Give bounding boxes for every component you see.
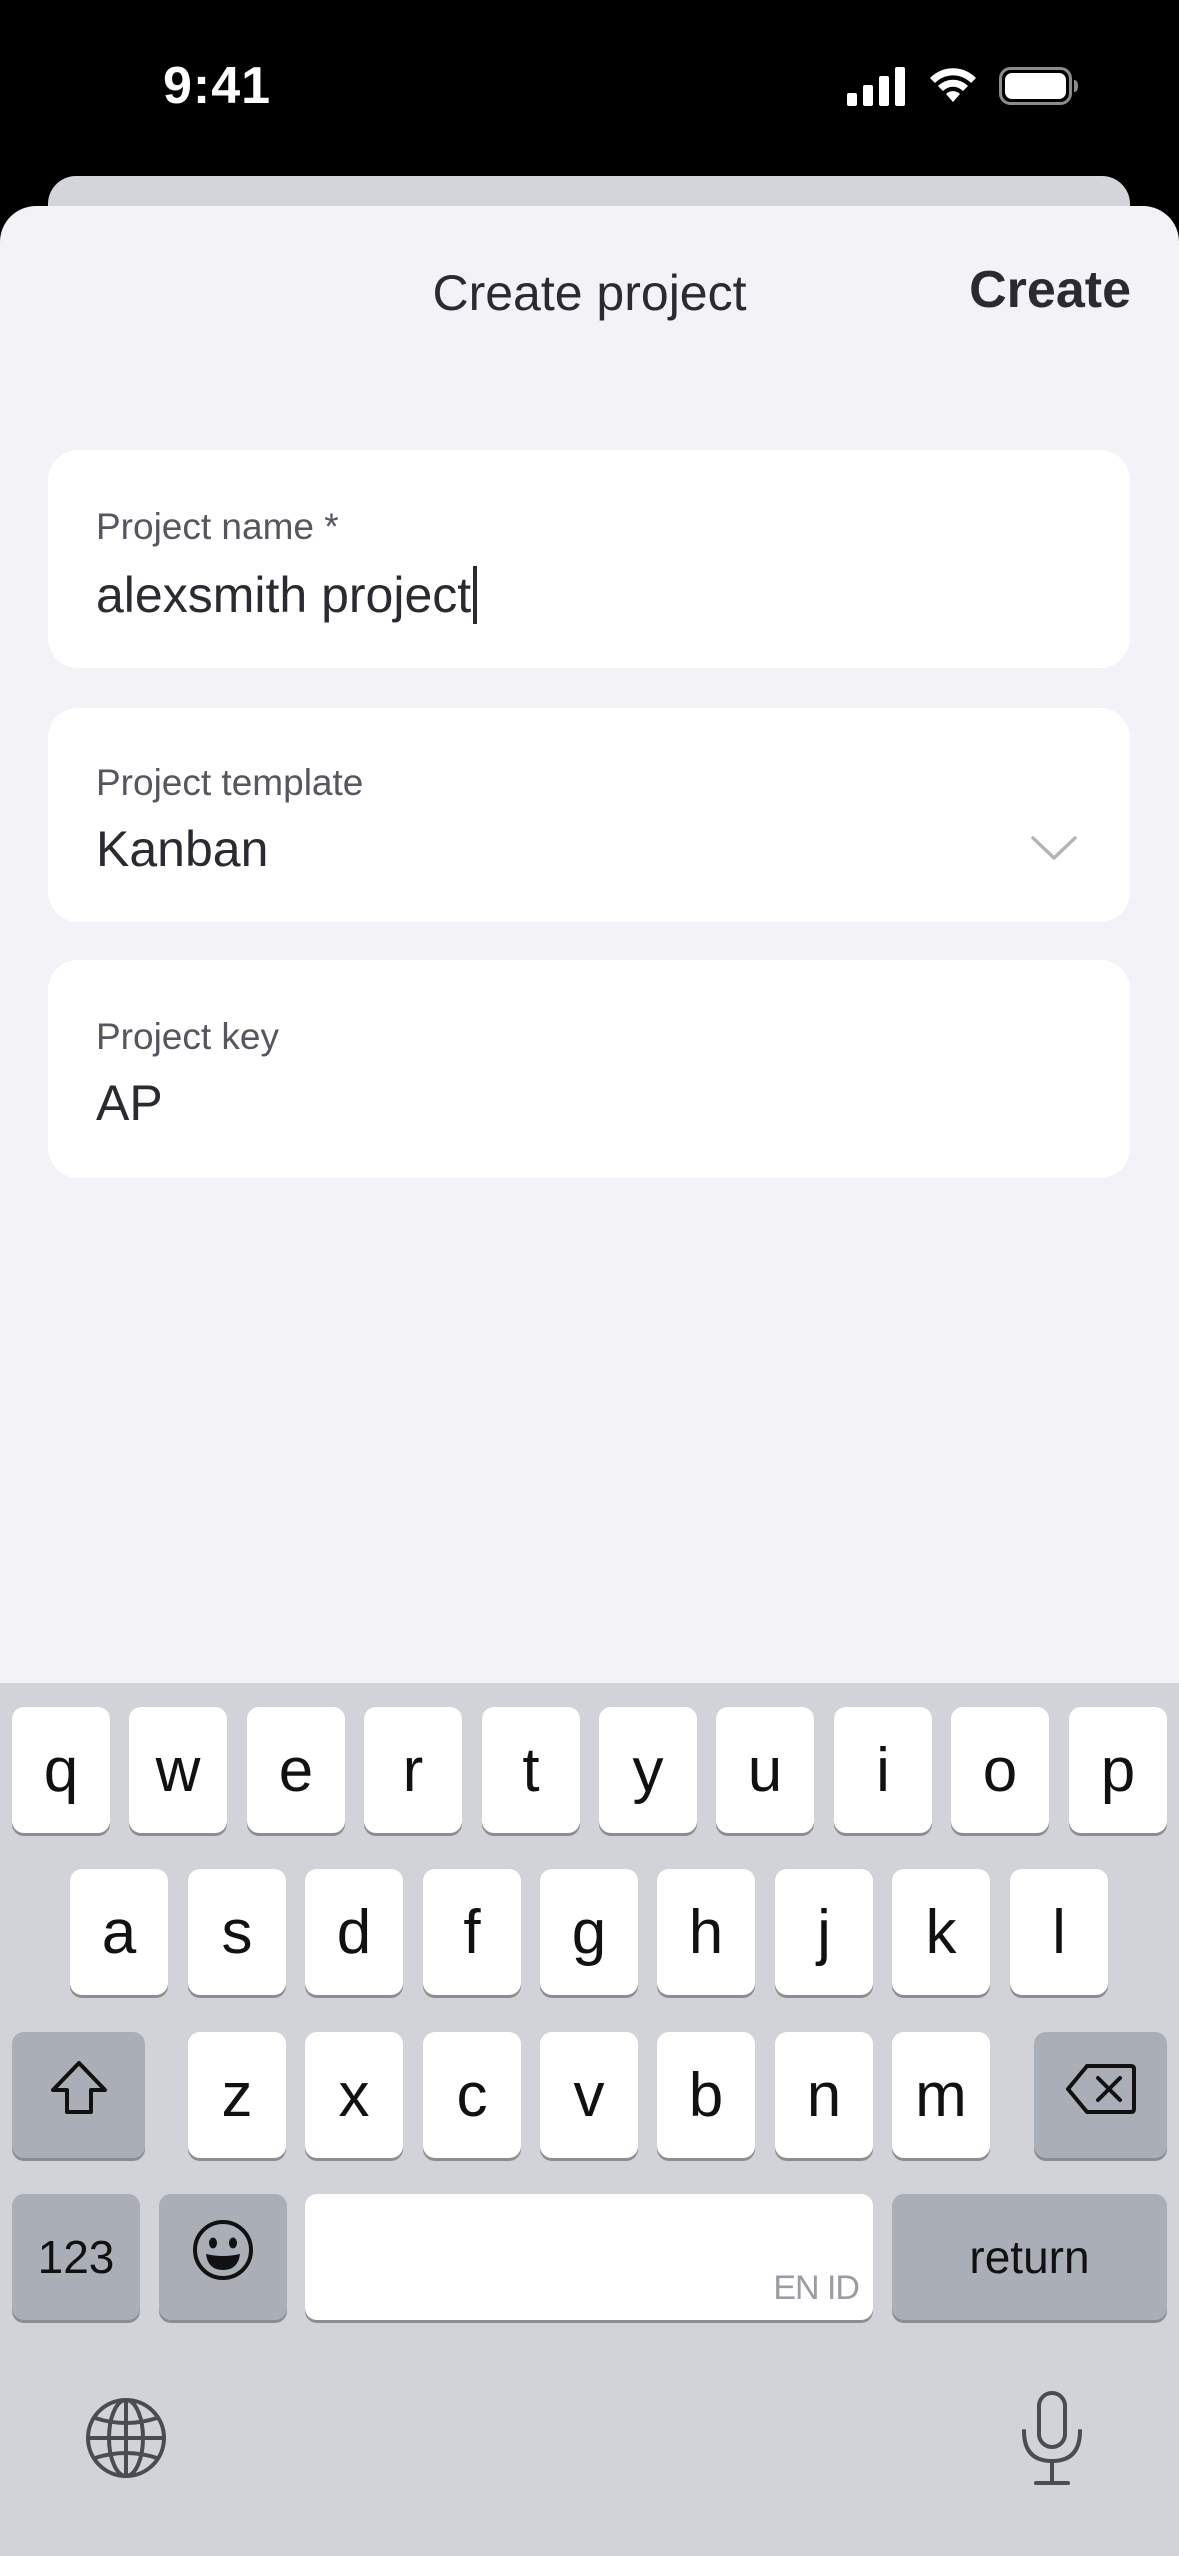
key-m[interactable]: m	[892, 2032, 990, 2158]
cellular-signal-icon	[847, 66, 907, 106]
key-q[interactable]: q	[12, 1707, 110, 1833]
key-r[interactable]: r	[364, 1707, 462, 1833]
project-name-field[interactable]: Project name * alexsmith project	[48, 450, 1130, 668]
key-t[interactable]: t	[482, 1707, 580, 1833]
sheet-header: Create project Create	[0, 206, 1179, 376]
key-c[interactable]: c	[423, 2032, 521, 2158]
project-name-label: Project name *	[96, 506, 339, 547]
backspace-key[interactable]	[1034, 2032, 1167, 2158]
key-x[interactable]: x	[305, 2032, 403, 2158]
microphone-icon[interactable]	[1014, 2389, 1090, 2494]
key-b[interactable]: b	[657, 2032, 755, 2158]
key-d[interactable]: d	[305, 1869, 403, 1995]
key-y[interactable]: y	[599, 1707, 697, 1833]
project-name-input[interactable]: alexsmith project	[96, 566, 478, 624]
globe-icon[interactable]	[84, 2396, 168, 2485]
key-p[interactable]: p	[1069, 1707, 1167, 1833]
key-n[interactable]: n	[775, 2032, 873, 2158]
emoji-icon	[191, 2218, 255, 2297]
key-h[interactable]: h	[657, 1869, 755, 1995]
key-g[interactable]: g	[540, 1869, 638, 1995]
wifi-icon	[927, 66, 979, 106]
key-a[interactable]: a	[70, 1869, 168, 1995]
backspace-icon	[1065, 2060, 1137, 2131]
key-z[interactable]: z	[188, 2032, 286, 2158]
status-time: 9:41	[163, 57, 272, 115]
key-s[interactable]: s	[188, 1869, 286, 1995]
key-w[interactable]: w	[129, 1707, 227, 1833]
project-key-label: Project key	[96, 1016, 280, 1057]
space-language-label: EN ID	[773, 2269, 860, 2307]
project-template-select[interactable]: Project template Kanban	[48, 708, 1130, 922]
space-key[interactable]: EN ID	[305, 2194, 873, 2320]
chevron-down-icon[interactable]	[1030, 834, 1078, 867]
key-e[interactable]: e	[247, 1707, 345, 1833]
emoji-key[interactable]	[159, 2194, 287, 2320]
key-f[interactable]: f	[423, 1869, 521, 1995]
status-bar: 9:41	[0, 0, 1179, 175]
shift-key[interactable]	[12, 2032, 145, 2158]
numbers-key[interactable]: 123	[12, 2194, 140, 2320]
project-name-value: alexsmith project	[96, 567, 472, 623]
project-key-input[interactable]: AP	[96, 1074, 163, 1132]
key-v[interactable]: v	[540, 2032, 638, 2158]
battery-icon	[999, 66, 1079, 106]
shift-icon	[47, 2058, 111, 2133]
keyboard: q w e r t y u i o p a s d f g h j k l z …	[0, 1683, 1179, 2556]
key-l[interactable]: l	[1010, 1869, 1108, 1995]
create-button[interactable]: Create	[969, 260, 1131, 320]
text-caret	[473, 566, 478, 624]
project-template-label: Project template	[96, 762, 364, 803]
key-o[interactable]: o	[951, 1707, 1049, 1833]
project-template-value: Kanban	[96, 821, 269, 877]
key-j[interactable]: j	[775, 1869, 873, 1995]
key-u[interactable]: u	[716, 1707, 814, 1833]
key-i[interactable]: i	[834, 1707, 932, 1833]
return-key[interactable]: return	[892, 2194, 1167, 2320]
status-icons	[847, 64, 1079, 108]
key-k[interactable]: k	[892, 1869, 990, 1995]
project-key-field[interactable]: Project key AP	[48, 960, 1130, 1178]
